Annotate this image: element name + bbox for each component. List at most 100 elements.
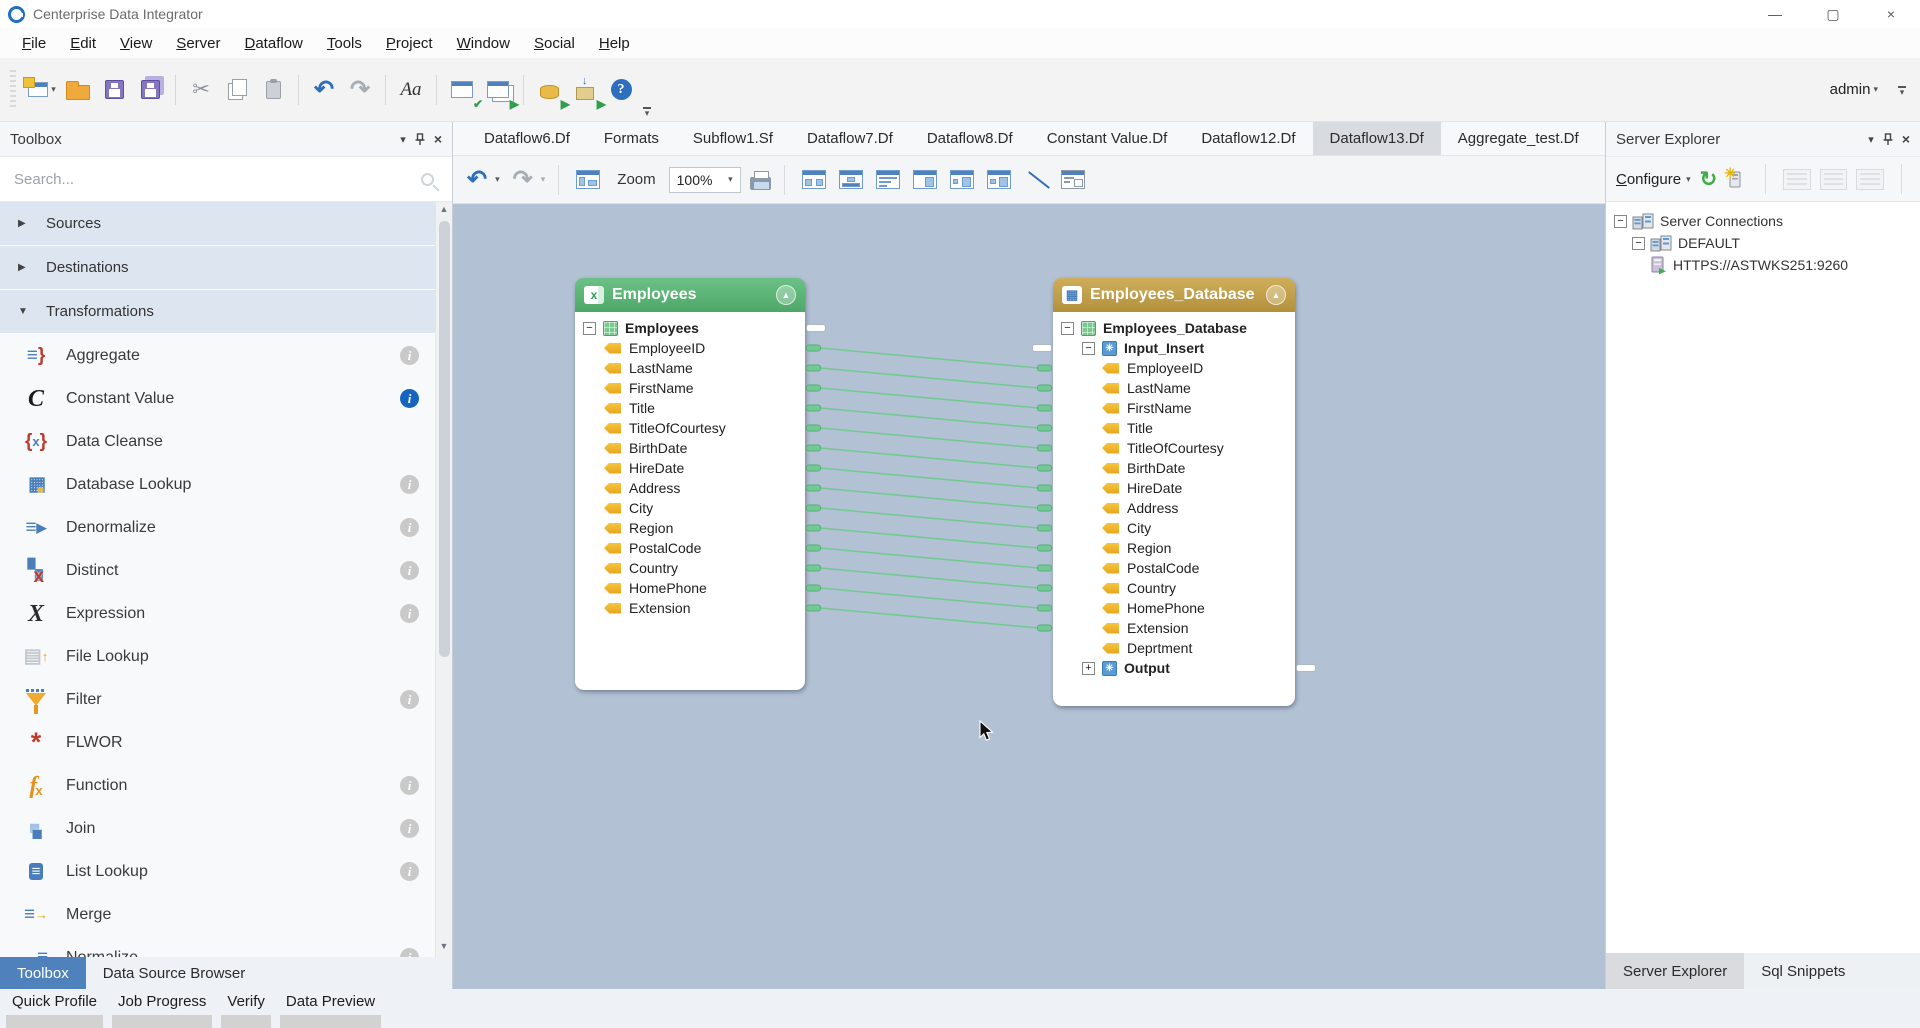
document-tab[interactable]: Dataflow8.Df — [910, 122, 1030, 155]
scroll-down-icon[interactable]: ▼ — [440, 941, 449, 955]
configure-dropdown[interactable]: Configure — [1616, 171, 1681, 188]
expand-both-icon[interactable] — [987, 170, 1011, 189]
collapse-icon[interactable]: − — [1082, 342, 1095, 355]
font-button[interactable]: Aa — [396, 73, 426, 107]
destination-field-row[interactable]: TitleOfCourtesy — [1053, 438, 1295, 458]
restore-button[interactable]: ▢ — [1804, 0, 1862, 28]
toolbar-options-button[interactable]: ▾ — [1894, 82, 1910, 98]
status-tab-job-progress[interactable]: Job Progress — [112, 992, 212, 1028]
destination-field-row[interactable]: HomePhone — [1053, 598, 1295, 618]
window-position-icon[interactable]: ▾ — [1868, 133, 1874, 146]
unmapped-port[interactable] — [806, 324, 826, 332]
document-tab[interactable]: Dataflow13.Df — [1313, 122, 1441, 155]
menu-item-edit[interactable]: Edit — [58, 30, 108, 57]
deploy-button[interactable]: ▶ — [570, 73, 600, 107]
horizontal-layout-icon[interactable] — [802, 170, 826, 189]
source-root-row[interactable]: −Employees — [575, 318, 805, 338]
run-dataflow-button[interactable]: ▶ — [483, 73, 513, 107]
mapped-port[interactable] — [806, 425, 821, 432]
expand-icon[interactable]: + — [1082, 662, 1095, 675]
source-field-row[interactable]: FirstName — [575, 378, 805, 398]
minimize-button[interactable]: — — [1746, 0, 1804, 28]
collapse-nodes-icon[interactable] — [913, 170, 937, 189]
verify-dataflow-button[interactable]: ✔ — [447, 73, 477, 107]
mapped-port[interactable] — [1037, 425, 1052, 432]
mapped-port[interactable] — [806, 445, 821, 452]
refresh-icon[interactable]: ↻ — [1700, 169, 1718, 190]
data-preview-icon[interactable] — [1061, 170, 1085, 189]
mapped-port[interactable] — [806, 385, 821, 392]
menu-item-tools[interactable]: Tools — [315, 30, 374, 57]
destination-field-row[interactable]: EmployeeID — [1053, 358, 1295, 378]
undo-button[interactable]: ↶ — [309, 73, 339, 107]
menu-item-server[interactable]: Server — [164, 30, 232, 57]
close-icon[interactable]: × — [434, 131, 442, 147]
vertical-layout-icon[interactable] — [839, 170, 863, 189]
redo-icon[interactable]: ↷ — [513, 168, 533, 192]
collapse-node-icon[interactable]: ▲ — [776, 285, 796, 305]
toolbox-section-sources[interactable]: ▶Sources — [0, 202, 435, 245]
destination-node-header[interactable]: ▦ Employees_Database ▲ — [1053, 278, 1295, 312]
mapped-port[interactable] — [806, 605, 821, 612]
unmapped-port[interactable] — [1032, 344, 1052, 352]
tree-node-server-connections[interactable]: −Server Connections — [1610, 210, 1916, 232]
toolbox-item-list-lookup[interactable]: ≡List Lookupi — [0, 850, 435, 893]
source-field-row[interactable]: Address — [575, 478, 805, 498]
chevron-down-icon[interactable]: ▾ — [541, 174, 546, 185]
paste-button[interactable] — [258, 73, 288, 107]
source-node-header[interactable]: x Employees ▲ — [575, 278, 805, 312]
destination-field-row[interactable]: Title — [1053, 418, 1295, 438]
bottom-tab-data-source-browser[interactable]: Data Source Browser — [86, 957, 263, 989]
copy-button[interactable] — [222, 73, 252, 107]
document-tab[interactable]: Formats — [587, 122, 676, 155]
pin-icon[interactable] — [1883, 133, 1893, 146]
dataflow-canvas[interactable]: x Employees ▲ −EmployeesEmployeeIDLastNa… — [453, 204, 1605, 989]
input-insert-row[interactable]: −✳Input_Insert — [1053, 338, 1295, 358]
document-tab[interactable]: Aggregate_test.Df — [1441, 122, 1596, 155]
toolbox-item-distinct[interactable]: ▚xDistincti — [0, 549, 435, 592]
straight-links-icon[interactable] — [1024, 169, 1048, 191]
mapped-port[interactable] — [806, 465, 821, 472]
mapped-port[interactable] — [806, 585, 821, 592]
add-server-icon[interactable]: ✳ — [1726, 169, 1742, 189]
destination-field-row[interactable]: HireDate — [1053, 478, 1295, 498]
mapped-port[interactable] — [806, 525, 821, 532]
toolbox-section-destinations[interactable]: ▶Destinations — [0, 246, 435, 289]
toolbox-scrollbar[interactable]: ▲ ▼ — [435, 202, 452, 957]
run-database-button[interactable]: ▶ — [534, 73, 564, 107]
redo-button[interactable]: ↷ — [345, 73, 375, 107]
source-field-row[interactable]: EmployeeID — [575, 338, 805, 358]
mapped-port[interactable] — [1037, 545, 1052, 552]
mapped-port[interactable] — [1037, 605, 1052, 612]
toolbox-item-database-lookup[interactable]: ▦▪Database Lookupi — [0, 463, 435, 506]
toolbox-item-flwor[interactable]: *FLWORi — [0, 721, 435, 764]
source-field-row[interactable]: TitleOfCourtesy — [575, 418, 805, 438]
collapse-icon[interactable]: − — [1061, 322, 1074, 335]
destination-field-row[interactable]: Extension — [1053, 618, 1295, 638]
save-button[interactable] — [99, 73, 129, 107]
source-field-row[interactable]: LastName — [575, 358, 805, 378]
document-tab[interactable]: Constant Value.Df — [1030, 122, 1185, 155]
destination-field-row[interactable]: Deprtment — [1053, 638, 1295, 658]
mapped-port[interactable] — [1037, 385, 1052, 392]
chevron-down-icon[interactable]: ▾ — [1686, 174, 1691, 185]
tree-node-default[interactable]: −DEFAULT — [1610, 232, 1916, 254]
window-position-icon[interactable]: ▾ — [400, 133, 406, 146]
cut-button[interactable]: ✂ — [186, 73, 216, 107]
toolbox-item-function[interactable]: fxFunctioni — [0, 764, 435, 807]
destination-field-row[interactable]: City — [1053, 518, 1295, 538]
pin-icon[interactable] — [415, 133, 425, 146]
toolbox-item-normalize[interactable]: →≡Normalizei — [0, 936, 435, 957]
status-tab-verify[interactable]: Verify — [221, 992, 271, 1028]
unmapped-port[interactable] — [1296, 664, 1316, 672]
toolbar-overflow-button[interactable]: ▾ — [639, 103, 655, 119]
undo-icon[interactable]: ↶ — [467, 168, 487, 192]
close-icon[interactable]: × — [1902, 131, 1910, 147]
destination-field-row[interactable]: LastName — [1053, 378, 1295, 398]
zoom-select[interactable]: 100%▾ — [669, 167, 741, 193]
chevron-down-icon[interactable]: ▾ — [495, 174, 500, 185]
toolbox-item-file-lookup[interactable]: ▤↑File Lookupi — [0, 635, 435, 678]
toolbox-item-join[interactable]: ■■Joini — [0, 807, 435, 850]
toolbox-item-data-cleanse[interactable]: {x}Data Cleansei — [0, 420, 435, 463]
document-tab[interactable]: Subflow1.Sf — [676, 122, 790, 155]
